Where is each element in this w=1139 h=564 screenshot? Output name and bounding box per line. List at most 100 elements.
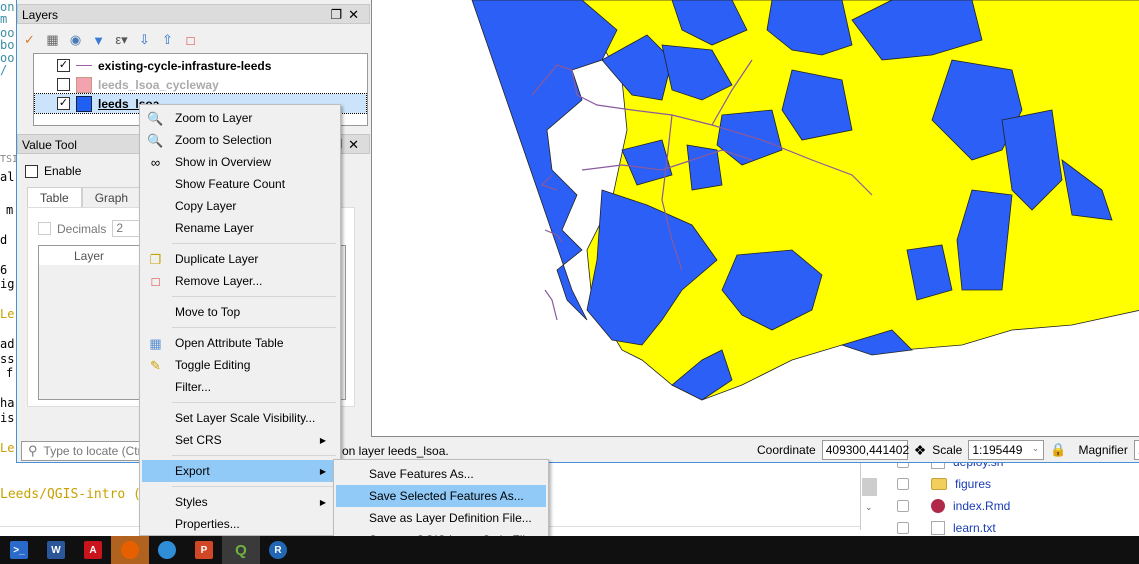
code-fragment: ss: [0, 352, 15, 366]
code-fragment: ha: [0, 396, 15, 410]
coordinate-field[interactable]: 409300,441402: [821, 440, 909, 460]
scale-combobox[interactable]: 1:195449 ⌄: [968, 440, 1045, 460]
menu-item-save-layer-definition[interactable]: Save as Layer Definition File...: [336, 507, 546, 529]
menu-item-set-crs[interactable]: Set CRS ▶: [142, 429, 338, 451]
menu-item-zoom-to-layer[interactable]: 🔍 Zoom to Layer: [142, 107, 338, 129]
layer-item[interactable]: leeds_lsoa_cycleway: [35, 75, 366, 94]
taskbar-r[interactable]: R: [259, 536, 297, 564]
panel-title-text: Layers: [22, 8, 59, 22]
file-item[interactable]: figures: [897, 477, 991, 491]
menu-separator: [172, 296, 336, 297]
menu-separator: [172, 486, 336, 487]
taskbar-powerpoint[interactable]: P: [185, 536, 223, 564]
visibility-icon[interactable]: ◉: [67, 32, 84, 49]
add-group-icon[interactable]: ▦: [44, 32, 61, 49]
layer-item[interactable]: ✓ existing-cycle-infrasture-leeds: [35, 56, 366, 75]
menu-item-styles[interactable]: Styles ▶: [142, 491, 338, 513]
magnifier-field[interactable]: 100%: [1133, 440, 1139, 460]
code-fragment: m: [0, 12, 8, 26]
decimals-spinbox[interactable]: 2: [112, 220, 143, 237]
code-fragment: TSI: [0, 154, 16, 165]
tab-graph[interactable]: Graph: [81, 187, 142, 208]
close-icon[interactable]: ✕: [348, 137, 365, 152]
menu-item-export[interactable]: Export ▶: [142, 460, 338, 482]
layer-visibility-checkbox[interactable]: ✓: [57, 59, 70, 72]
zoom-selection-icon: 🔍: [147, 132, 164, 148]
menu-item-zoom-to-selection[interactable]: 🔍 Zoom to Selection: [142, 129, 338, 151]
word-icon: W: [47, 541, 65, 559]
lock-icon[interactable]: 🔒: [1050, 442, 1066, 458]
menu-item-save-selected-features-as[interactable]: Save Selected Features As...: [336, 485, 546, 507]
code-fragment: d: [0, 233, 8, 247]
layers-toolbar: ✓ ▦ ◉ ▼ ε▾ ⇩ ⇧ □: [21, 28, 199, 52]
value-tool-tabs: Table Graph: [27, 187, 142, 208]
menu-item-copy-layer[interactable]: Copy Layer: [142, 195, 338, 217]
scrollbar[interactable]: ⌄: [862, 470, 877, 520]
overview-icon: ∞: [150, 155, 161, 170]
scale-label: Scale: [932, 443, 963, 457]
file-checkbox[interactable]: [897, 522, 909, 534]
menu-item-set-layer-scale-visibility[interactable]: Set Layer Scale Visibility...: [142, 407, 338, 429]
tab-table[interactable]: Table: [27, 187, 82, 208]
layer-visibility-checkbox[interactable]: [57, 78, 70, 91]
enable-checkbox[interactable]: Enable: [25, 164, 81, 178]
menu-separator: [172, 455, 336, 456]
code-fragment: Le: [0, 307, 15, 321]
taskbar-word[interactable]: W: [37, 536, 75, 564]
code-fragment: ad: [0, 337, 15, 351]
cycle-route: [544, 289, 558, 321]
file-name: learn.txt: [953, 521, 996, 535]
layer-name: leeds_lsoa_cycleway: [98, 77, 219, 92]
file-checkbox[interactable]: [897, 500, 909, 512]
checkbox[interactable]: [25, 164, 38, 178]
firefox-icon: [121, 541, 139, 559]
menu-item-filter[interactable]: Filter...: [142, 376, 338, 398]
mouse-toggle-icon[interactable]: ❖: [914, 442, 927, 459]
docker-icon: [158, 541, 176, 559]
menu-item-show-feature-count[interactable]: Show Feature Count: [142, 173, 338, 195]
submenu-arrow-icon: ▶: [319, 435, 326, 445]
status-message: on layer leeds_lsoa.: [342, 444, 449, 458]
file-item[interactable]: index.Rmd: [897, 499, 1010, 513]
expression-filter-icon[interactable]: ε▾: [113, 32, 130, 49]
menu-item-save-features-as[interactable]: Save Features As...: [336, 463, 546, 485]
map-canvas[interactable]: [371, 0, 1139, 437]
background-editor: on m oo bo oo / TSI al m d 6 ig Le ad ss…: [0, 0, 16, 530]
close-icon[interactable]: ✕: [348, 7, 365, 22]
powershell-icon: >_: [10, 541, 28, 559]
file-checkbox[interactable]: [897, 478, 909, 490]
column-header-layer[interactable]: Layer: [39, 246, 139, 266]
file-item[interactable]: learn.txt: [897, 521, 996, 535]
console-path: Leeds/QGIS-intro (: [0, 487, 141, 502]
menu-item-remove-layer[interactable]: □ Remove Layer...: [142, 270, 338, 292]
file-icon: [931, 521, 945, 535]
decimals-checkbox[interactable]: [38, 222, 51, 235]
taskbar-docker[interactable]: [148, 536, 186, 564]
collapse-all-icon[interactable]: ⇧: [159, 32, 176, 49]
file-name: index.Rmd: [953, 499, 1011, 513]
taskbar-acrobat[interactable]: A: [74, 536, 112, 564]
style-manager-icon[interactable]: ✓: [21, 32, 38, 49]
taskbar-qgis[interactable]: Q: [222, 536, 260, 564]
menu-item-duplicate-layer[interactable]: ❐ Duplicate Layer: [142, 248, 338, 270]
taskbar-powershell[interactable]: >_: [0, 536, 38, 564]
menu-item-toggle-editing[interactable]: ✎ Toggle Editing: [142, 354, 338, 376]
menu-item-open-attribute-table[interactable]: ▦ Open Attribute Table: [142, 332, 338, 354]
remove-layer-icon[interactable]: □: [182, 32, 199, 49]
float-panel-icon[interactable]: ❐: [330, 7, 348, 22]
pencil-icon: ✎: [150, 357, 161, 373]
filter-legend-icon[interactable]: ▼: [90, 32, 107, 49]
menu-item-rename-layer[interactable]: Rename Layer: [142, 217, 338, 239]
expand-all-icon[interactable]: ⇩: [136, 32, 153, 49]
menu-separator: [172, 327, 336, 328]
menu-item-show-in-overview[interactable]: ∞ Show in Overview: [142, 151, 338, 173]
taskbar-firefox[interactable]: [111, 536, 149, 564]
menu-item-move-to-top[interactable]: Move to Top: [142, 301, 338, 323]
menu-item-properties[interactable]: Properties...: [142, 513, 338, 535]
magnifier-label: Magnifier: [1078, 443, 1128, 457]
map-svg[interactable]: [372, 0, 1139, 437]
code-fragment: bo: [0, 38, 15, 52]
file-name: figures: [955, 477, 992, 491]
layers-panel-title: Layers ❐✕: [17, 4, 370, 24]
layer-visibility-checkbox[interactable]: ✓: [57, 97, 70, 110]
